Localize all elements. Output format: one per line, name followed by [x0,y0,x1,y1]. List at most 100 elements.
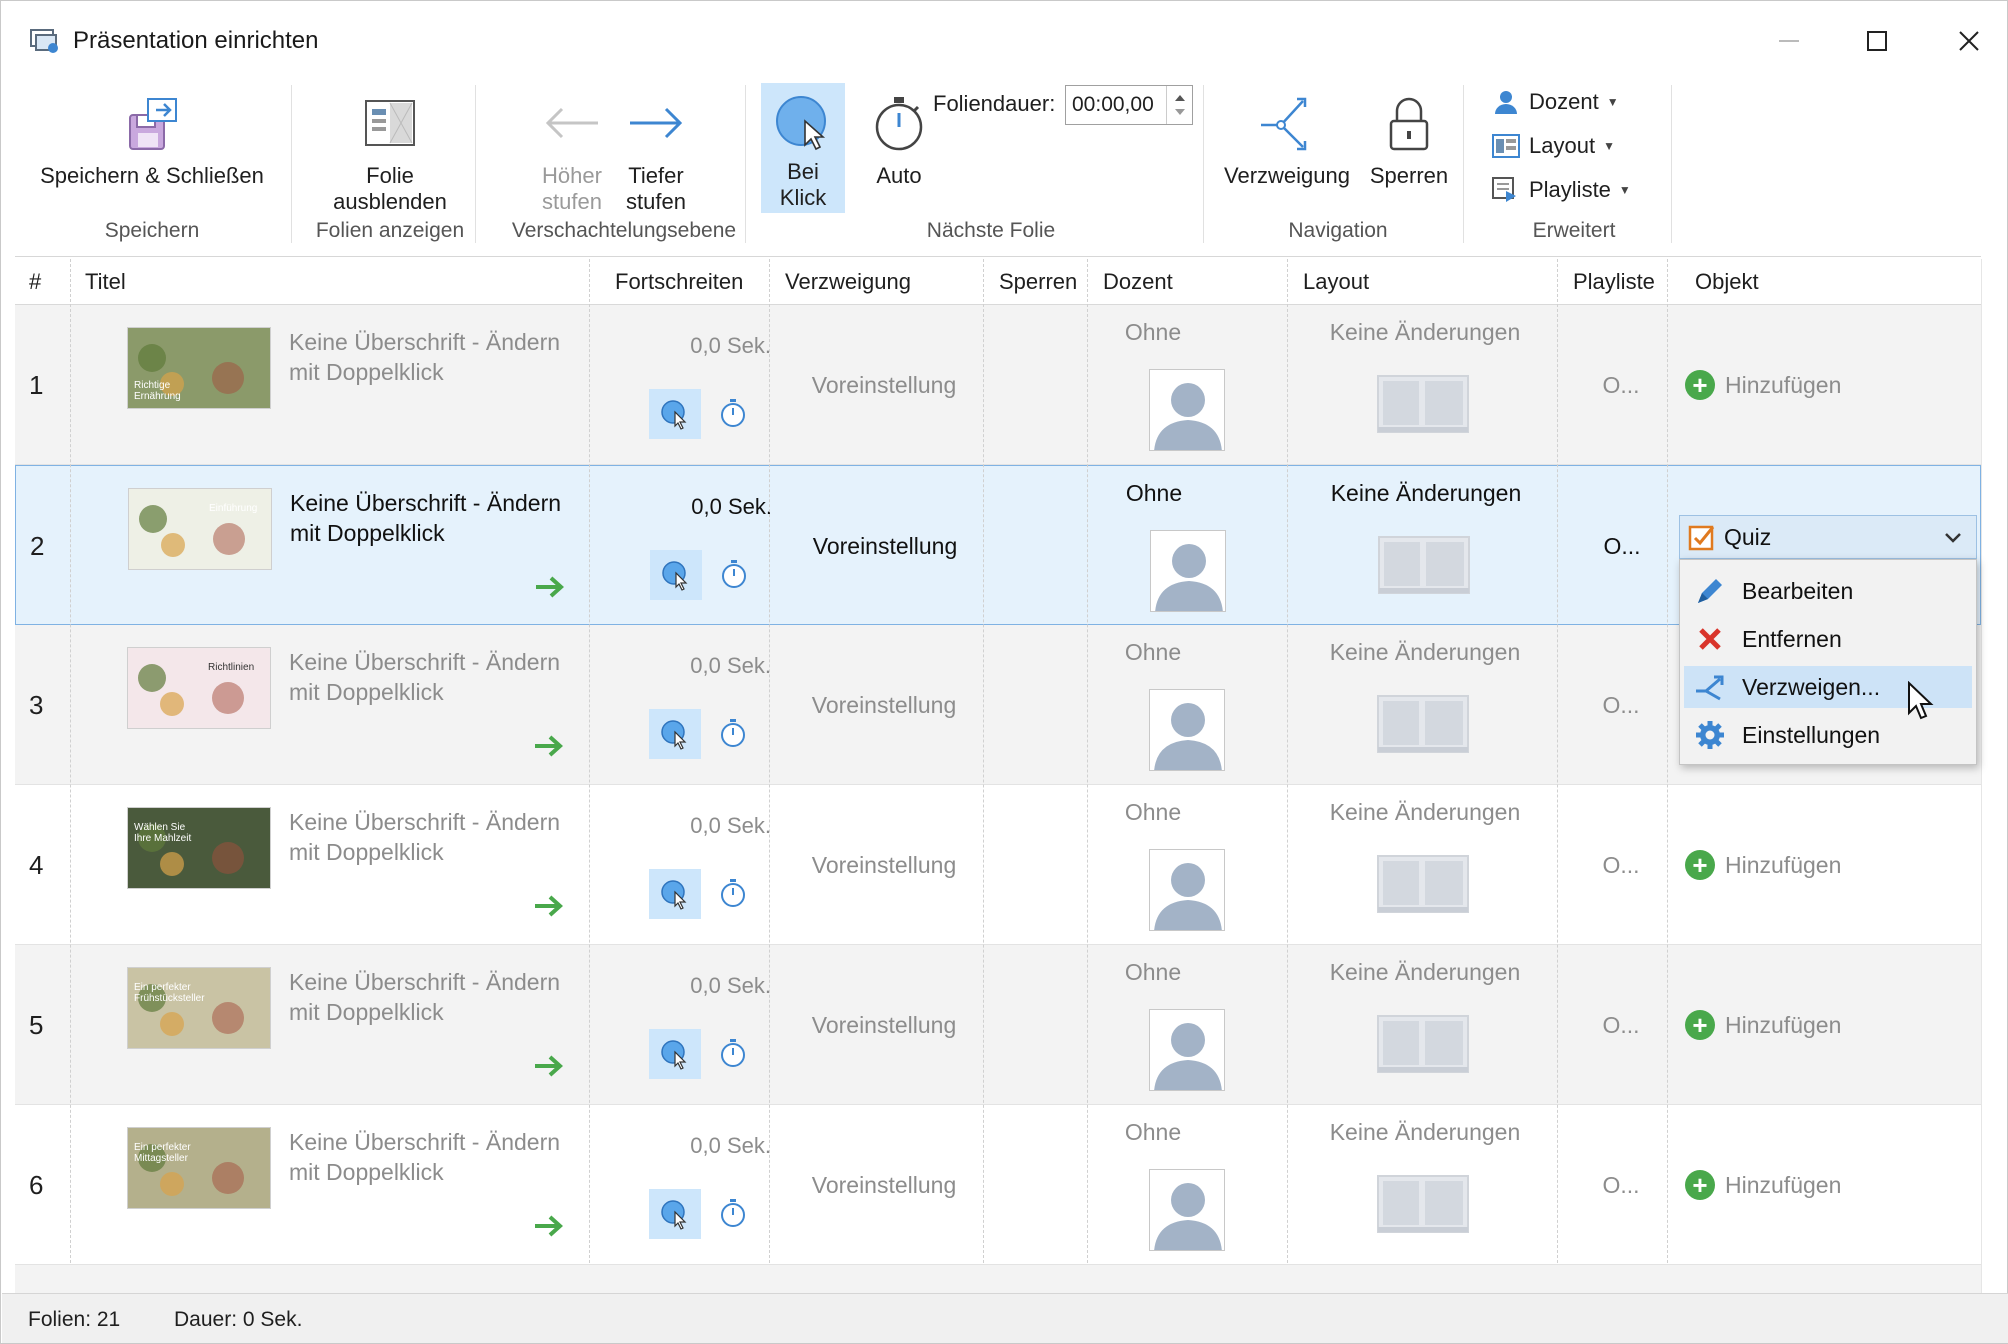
on-click-toggle[interactable] [649,1029,701,1079]
gear-icon [1692,719,1728,751]
slide-title[interactable]: Keine Überschrift - Ändern mit Doppelklic… [289,967,589,1027]
col-header-title[interactable]: Titel [71,259,471,305]
slide-title[interactable]: Keine Überschrift - Ändern mit Doppelklic… [289,327,589,387]
maximize-button[interactable] [1855,19,1899,63]
auto-timer-toggle[interactable] [715,393,751,433]
slide-thumbnail[interactable]: Ein perfekter Frühstücksteller [127,967,271,1049]
add-object-button[interactable]: + Hinzufügen [1685,945,1841,1105]
slide-thumbnail[interactable]: Richtlinien [127,647,271,729]
table-row[interactable]: 4 Wählen Sie Ihre Mahlzeit Keine Überschri… [15,785,1981,945]
on-click-toggle[interactable] [649,389,701,439]
slide-title[interactable]: Keine Überschrift - Ändern mit Doppelklic… [289,1127,589,1187]
vertical-scrollbar[interactable] [1981,259,2007,1293]
layout-preview-icon[interactable] [1378,536,1470,594]
branch-setting[interactable]: Voreinstellung [779,1105,989,1265]
add-object-button[interactable]: + Hinzufügen [1685,785,1841,945]
slide-thumbnail[interactable]: Richtige Ernährung [127,327,271,409]
branching-button[interactable]: Verzweigung [1219,91,1355,189]
demote-level-button[interactable]: Tiefer stufen [615,91,697,215]
menu-item-bearbeiten[interactable]: Bearbeiten [1684,570,1972,612]
presenter-avatar[interactable] [1150,530,1226,612]
green-arrow-icon[interactable] [533,733,567,759]
green-arrow-icon[interactable] [534,574,568,600]
layout-preview-icon[interactable] [1377,375,1469,433]
on-click-toggle[interactable] [649,709,701,759]
layout-label: Layout [1529,133,1596,158]
playlist-value[interactable]: O... [1586,466,1658,626]
col-header-number[interactable]: # [15,259,71,305]
on-click-toggle[interactable] [650,550,702,600]
green-arrow-icon[interactable] [533,893,567,919]
col-header-lock[interactable]: Sperren [985,259,1095,305]
playlist-value[interactable]: O... [1585,625,1657,785]
close-button[interactable] [1947,19,1991,63]
col-header-progress[interactable]: Fortschreiten [601,259,771,305]
presenter-avatar[interactable] [1149,1009,1225,1091]
column-divider [769,259,770,1293]
branch-setting[interactable]: Voreinstellung [779,625,989,785]
menu-item-entfernen[interactable]: Entfernen [1684,618,1972,660]
slide-thumbnail[interactable]: Wählen Sie Ihre Mahlzeit [127,807,271,889]
table-header: # Titel Fortschreiten Verzweigung Sperre… [15,259,1981,305]
slide-title[interactable]: Keine Überschrift - Ändern mit Doppelklic… [290,488,590,548]
col-header-object[interactable]: Objekt [1681,259,1971,305]
slide-duration-field[interactable]: 00:00,00 [1065,85,1193,125]
hide-slide-button[interactable]: Folie ausblenden [305,91,475,215]
presenter-avatar[interactable] [1149,1169,1225,1251]
slide-title[interactable]: Keine Überschrift - Ändern mit Doppelklic… [289,647,589,707]
auto-timer-toggle[interactable] [715,873,751,913]
save-and-close-button[interactable]: Speichern & Schließen [37,91,267,189]
presenter-value: Ohne [1124,799,1182,825]
slide-thumbnail[interactable]: Einführung [128,488,272,570]
person-silhouette-icon [1150,1010,1224,1090]
branch-setting[interactable]: Voreinstellung [780,466,990,626]
auto-timer-toggle[interactable] [716,554,752,594]
auto-timer-toggle[interactable] [715,713,751,753]
auto-timer-toggle[interactable] [715,1033,751,1073]
col-header-presenter[interactable]: Dozent [1089,259,1289,305]
auto-advance-button[interactable]: Auto [861,91,937,189]
on-click-toggle[interactable] [649,1189,701,1239]
playlist-value[interactable]: O... [1585,1105,1657,1265]
layout-preview-icon[interactable] [1377,695,1469,753]
presenter-dropdown[interactable]: Dozent ▼ [1491,89,1619,115]
branch-setting[interactable]: Voreinstellung [779,945,989,1105]
playlist-dropdown[interactable]: Playliste ▼ [1491,177,1631,203]
auto-timer-toggle[interactable] [715,1193,751,1233]
branching-label: Verzweigung [1224,163,1350,188]
slide-title-line: mit Doppelklick [289,679,444,705]
branch-setting[interactable]: Voreinstellung [779,305,989,465]
minimize-button[interactable] [1767,19,1811,63]
auto-label: Auto [876,163,922,188]
green-arrow-icon[interactable] [533,1053,567,1079]
layout-preview-icon[interactable] [1377,1175,1469,1233]
green-arrow-icon[interactable] [533,1213,567,1239]
layout-preview-icon[interactable] [1377,855,1469,913]
slide-thumbnail[interactable]: Ein perfekter Mittagsteller [127,1127,271,1209]
layout-dropdown[interactable]: Layout ▼ [1491,133,1615,159]
add-object-button[interactable]: + Hinzufügen [1685,1105,1841,1265]
on-click-button[interactable]: Bei Klick [761,83,845,213]
add-object-button[interactable]: + Hinzufügen [1685,305,1841,465]
playlist-value[interactable]: O... [1585,785,1657,945]
group-separator [291,85,292,243]
presenter-avatar[interactable] [1149,849,1225,931]
object-combo-quiz[interactable]: Quiz [1679,515,1977,559]
col-header-playlist[interactable]: Playliste [1559,259,1679,305]
duration-spinner[interactable] [1166,86,1192,124]
layout-preview-icon[interactable] [1377,1015,1469,1073]
table-row[interactable]: 1 Richtige Ernährung Keine Überschrift - Ä… [15,305,1981,465]
promote-level-button[interactable]: Höher stufen [531,91,613,215]
presenter-avatar[interactable] [1149,689,1225,771]
playlist-value[interactable]: O... [1585,945,1657,1105]
branch-setting[interactable]: Voreinstellung [779,785,989,945]
playlist-value[interactable]: O... [1585,305,1657,465]
on-click-toggle[interactable] [649,869,701,919]
table-row[interactable]: 5 Ein perfekter Frühstücksteller Keine Übe… [15,945,1981,1105]
lock-button[interactable]: Sperren [1361,91,1457,189]
col-header-layout[interactable]: Layout [1289,259,1559,305]
col-header-branching[interactable]: Verzweigung [771,259,981,305]
slide-title[interactable]: Keine Überschrift - Ändern mit Doppelklic… [289,807,589,867]
table-row[interactable]: 6 Ein perfekter Mittagsteller Keine Übersc… [15,1105,1981,1265]
presenter-avatar[interactable] [1149,369,1225,451]
